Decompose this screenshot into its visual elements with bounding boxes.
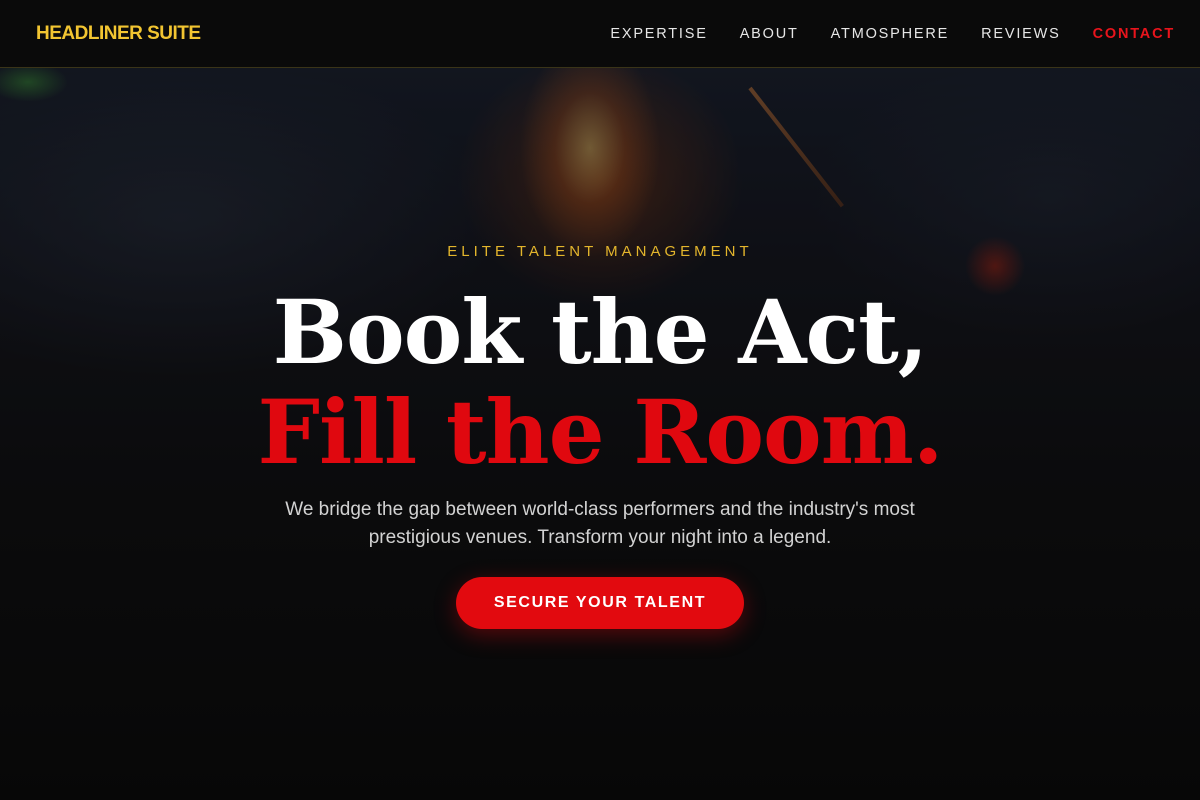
hero-headline: Book the Act, Fill the Room. xyxy=(0,282,1200,482)
secure-talent-button[interactable]: SECURE YOUR TALENT xyxy=(456,577,744,629)
top-navigation-bar: HEADLINER SUITE EXPERTISE ABOUT ATMOSPHE… xyxy=(0,0,1200,68)
hero-subtext: We bridge the gap between world-class pe… xyxy=(285,499,915,548)
nav-link-contact[interactable]: CONTACT xyxy=(1093,26,1175,42)
brand-logo[interactable]: HEADLINER SUITE xyxy=(36,23,201,45)
hero-eyebrow: ELITE TALENT MANAGEMENT xyxy=(447,243,753,260)
headline-line-2: Fill the Room. xyxy=(257,380,944,484)
headline-line-1: Book the Act, xyxy=(272,280,929,384)
hero-content: ELITE TALENT MANAGEMENT Book the Act, Fi… xyxy=(0,0,1200,800)
main-nav: EXPERTISE ABOUT ATMOSPHERE REVIEWS CONTA… xyxy=(610,26,1175,42)
nav-link-atmosphere[interactable]: ATMOSPHERE xyxy=(831,26,949,42)
nav-link-reviews[interactable]: REVIEWS xyxy=(981,26,1060,42)
nav-link-expertise[interactable]: EXPERTISE xyxy=(610,26,707,42)
nav-link-about[interactable]: ABOUT xyxy=(740,26,799,42)
